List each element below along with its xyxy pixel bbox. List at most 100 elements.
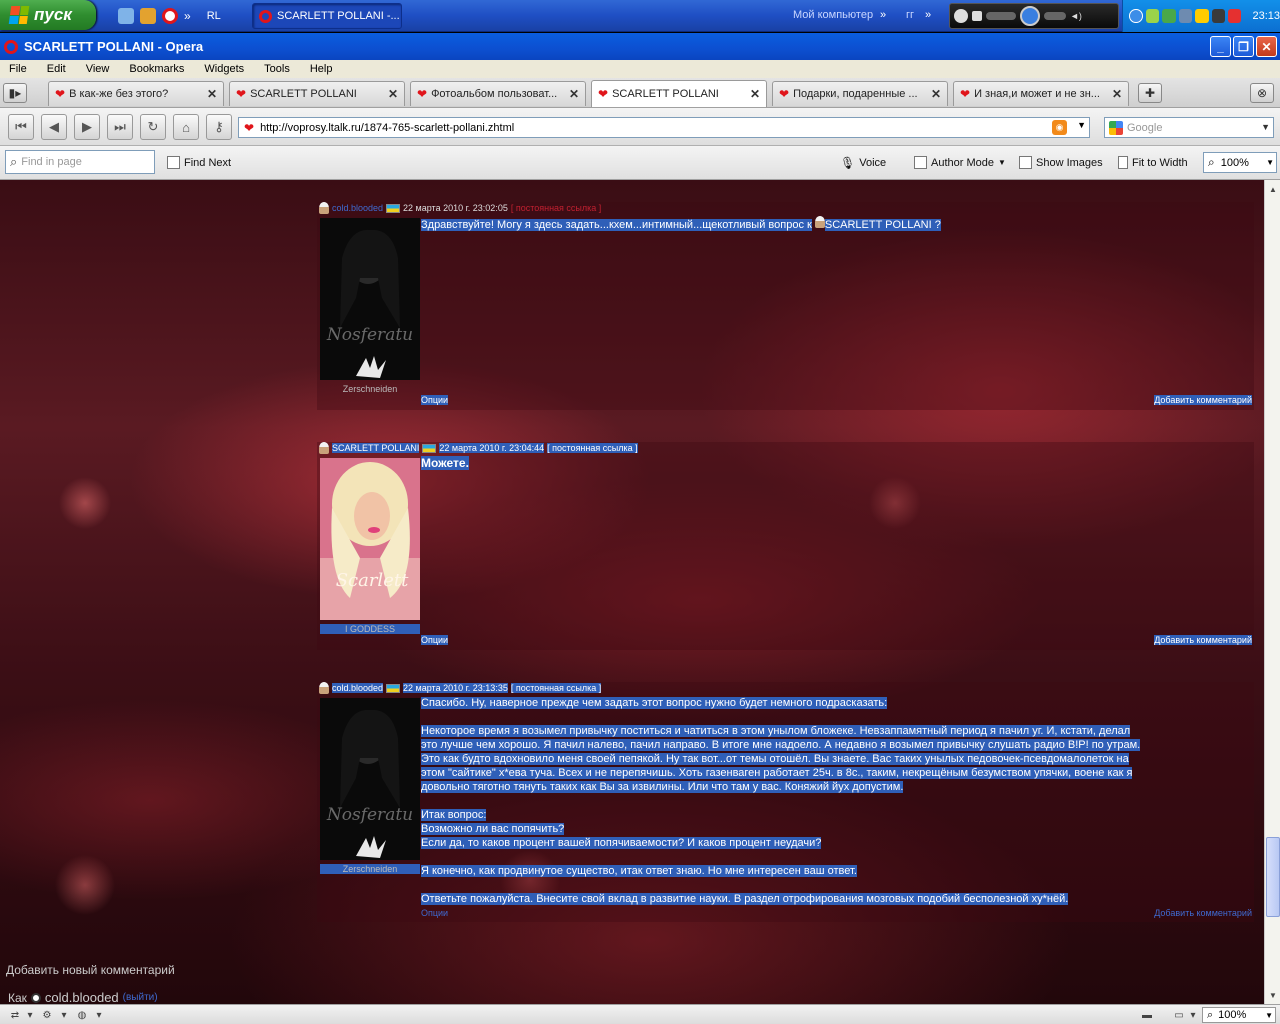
add-comment-link[interactable]: Добавить комментарий xyxy=(1154,635,1252,645)
chevron-down-icon[interactable]: ▾ xyxy=(1186,1008,1200,1022)
panel-toggle-icon[interactable]: ▮▸ xyxy=(3,83,27,103)
author-mode-button[interactable]: Author Mode ▼ xyxy=(914,156,1006,169)
check-icon[interactable] xyxy=(1162,9,1176,23)
address-field[interactable]: ❤ http://voprosy.ltalk.ru/1874-765-scarl… xyxy=(238,117,1090,138)
avatar[interactable]: Nosferatu xyxy=(320,218,420,380)
tool-icon[interactable] xyxy=(140,8,156,24)
menu-file[interactable]: File xyxy=(9,63,27,75)
back-arrow-icon[interactable] xyxy=(1129,9,1143,23)
scroll-up-icon[interactable]: ▲ xyxy=(1266,182,1280,196)
close-icon[interactable]: ✕ xyxy=(569,87,579,101)
lock-icon[interactable] xyxy=(1211,9,1225,23)
menu-edit[interactable]: Edit xyxy=(47,63,66,75)
svg-text:Nosferatu: Nosferatu xyxy=(326,325,413,345)
new-tab-plus-icon[interactable]: ✚ xyxy=(1138,83,1162,103)
options-link[interactable]: Опции xyxy=(421,635,449,645)
permalink[interactable]: [ постоянная ссылка ] xyxy=(510,683,602,693)
close-icon[interactable]: ✕ xyxy=(750,87,760,101)
chevron-down-icon[interactable]: ▾ xyxy=(92,1008,106,1022)
close-icon[interactable]: ✕ xyxy=(207,87,217,101)
close-icon[interactable]: ✕ xyxy=(931,87,941,101)
chevron-more-icon[interactable]: » xyxy=(880,9,886,21)
menu-view[interactable]: View xyxy=(86,63,110,75)
home-icon[interactable]: ⌂ xyxy=(173,114,199,140)
network-icon[interactable] xyxy=(118,8,134,24)
turbo-icon[interactable]: ◍ xyxy=(75,1008,89,1022)
post-author-link[interactable]: cold.blooded xyxy=(332,683,384,693)
tab-6[interactable]: ❤ И зная,и может и не зн... ✕ xyxy=(953,81,1129,106)
closed-tabs-icon[interactable]: ⊗ xyxy=(1250,83,1274,103)
options-link[interactable]: Опции xyxy=(421,395,449,405)
wand-icon[interactable]: ⚷ xyxy=(206,114,232,140)
tab-4-active[interactable]: ❤ SCARLETT POLLANI ✕ xyxy=(591,80,767,107)
chevron-more-icon[interactable]: » xyxy=(925,9,931,21)
show-images-button[interactable]: Show Images xyxy=(1019,156,1103,169)
play-icon[interactable] xyxy=(1020,6,1040,26)
warning-icon[interactable] xyxy=(1195,9,1209,23)
close-icon[interactable]: ✕ xyxy=(388,87,398,101)
tab-2[interactable]: ❤ SCARLETT POLLANI ✕ xyxy=(229,81,405,106)
antivirus-icon[interactable] xyxy=(1227,9,1242,23)
options-link[interactable]: Опции xyxy=(421,908,448,918)
opera-quicklaunch-icon[interactable] xyxy=(162,8,178,24)
next-icon[interactable] xyxy=(1044,12,1066,20)
ql-rl[interactable]: RL xyxy=(207,10,221,22)
logout-link[interactable]: (выйти) xyxy=(123,992,158,1003)
chevron-more-icon[interactable]: » xyxy=(184,9,191,23)
toolbar-my-computer[interactable]: Мой компьютер xyxy=(793,9,873,21)
scroll-thumb[interactable] xyxy=(1266,837,1280,917)
avatar[interactable]: Scarlett xyxy=(320,458,420,620)
taskbar-opera-window[interactable]: SCARLETT POLLANI -... xyxy=(252,3,402,29)
menu-bookmarks[interactable]: Bookmarks xyxy=(129,63,184,75)
stop-icon[interactable] xyxy=(972,11,982,21)
permalink[interactable]: [ постоянная ссылка ] xyxy=(511,203,601,213)
volume-icon[interactable]: ◄) xyxy=(1070,11,1082,21)
chevron-down-icon[interactable]: ▼ xyxy=(1261,122,1270,132)
rss-icon[interactable]: ◉ xyxy=(1052,120,1067,135)
view-icon[interactable]: ▭ xyxy=(1172,1008,1186,1022)
post-text-line: этом "сайтике" х*ева туча. Всех и не пер… xyxy=(421,767,1133,779)
menu-help[interactable]: Help xyxy=(310,63,333,75)
chevron-down-icon[interactable]: ▾ xyxy=(57,1008,71,1022)
voice-button[interactable]: 🎙 Voice xyxy=(840,156,886,170)
zoom-select[interactable]: ⌕ 100% ▼ xyxy=(1203,152,1277,173)
status-zoom-select[interactable]: ⌕ 100% ▼ xyxy=(1202,1007,1276,1023)
add-comment-link[interactable]: Добавить комментарий xyxy=(1154,908,1252,918)
permalink[interactable]: [ постоянная ссылка ] xyxy=(547,443,638,453)
unite-icon[interactable]: ⚙ xyxy=(40,1008,54,1022)
post-author-link[interactable]: cold.blooded xyxy=(332,203,383,213)
seek-slider[interactable] xyxy=(986,12,1016,20)
restore-button[interactable]: ❐ xyxy=(1233,36,1254,57)
find-next-button[interactable]: Find Next xyxy=(167,156,231,169)
add-comment-link[interactable]: Добавить комментарий xyxy=(1154,395,1252,405)
post-author-link[interactable]: SCARLETT POLLANI xyxy=(332,443,420,453)
transfer-icon[interactable]: ⇄ xyxy=(8,1008,22,1022)
scroll-down-icon[interactable]: ▼ xyxy=(1266,988,1280,1002)
avatar[interactable]: Nosferatu xyxy=(320,698,420,860)
back-icon[interactable]: ◀ xyxy=(41,114,67,140)
tab-3[interactable]: ❤ Фотоальбом пользоват... ✕ xyxy=(410,81,586,106)
chevron-down-icon[interactable]: ▼ xyxy=(1077,120,1086,130)
rewind-icon[interactable]: ⏮ xyxy=(8,114,34,140)
start-button[interactable]: пуск xyxy=(0,0,96,30)
network-icon[interactable] xyxy=(1178,9,1193,23)
fast-forward-icon[interactable]: ⏭ xyxy=(107,114,133,140)
vertical-scrollbar[interactable]: ▲ ▼ xyxy=(1264,180,1280,1004)
reload-icon[interactable]: ↻ xyxy=(140,114,166,140)
menu-widgets[interactable]: Widgets xyxy=(204,63,244,75)
shield-icon[interactable] xyxy=(1145,9,1160,23)
search-input[interactable]: Google ▼ xyxy=(1104,117,1274,138)
toolbar-gg[interactable]: гг xyxy=(906,9,914,21)
tab-1[interactable]: ❤ В как-же без этого? ✕ xyxy=(48,81,224,106)
tab-5[interactable]: ❤ Подарки, подаренные ... ✕ xyxy=(772,81,948,106)
chevron-down-icon[interactable]: ▾ xyxy=(23,1008,37,1022)
close-icon[interactable]: ✕ xyxy=(1112,87,1122,101)
find-in-page-input[interactable]: ⌕ Find in page xyxy=(5,150,155,174)
close-button[interactable]: ✕ xyxy=(1256,36,1277,57)
panel-toggle-icon[interactable]: ▬ xyxy=(1140,1008,1154,1022)
fit-to-width-button[interactable]: Fit to Width xyxy=(1118,156,1188,169)
menu-tools[interactable]: Tools xyxy=(264,63,290,75)
previous-icon[interactable] xyxy=(954,9,968,23)
forward-icon[interactable]: ▶ xyxy=(74,114,100,140)
minimize-button[interactable]: _ xyxy=(1210,36,1231,57)
